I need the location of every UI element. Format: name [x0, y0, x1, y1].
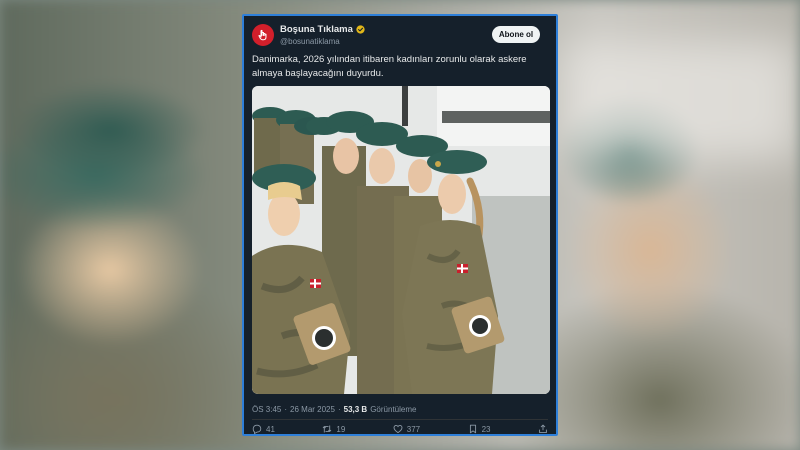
- share-button[interactable]: [538, 424, 548, 434]
- bookmark-icon: [469, 424, 476, 434]
- share-icon: [539, 424, 547, 434]
- display-name[interactable]: Boşuna Tıklama: [280, 24, 353, 35]
- user-handle[interactable]: @bosunatiklama: [280, 37, 340, 46]
- meta-separator: ·: [337, 405, 341, 414]
- action-bar: 41 19 377 23: [252, 422, 548, 434]
- view-label: Görüntüleme: [370, 405, 417, 414]
- hand-cursor-icon: [258, 29, 267, 41]
- background-highlight: [560, 40, 800, 160]
- divider: [252, 419, 548, 420]
- like-icon: [393, 424, 403, 434]
- name-row: Boşuna Tıklama: [280, 24, 365, 35]
- repost-count: 19: [336, 424, 346, 434]
- bookmark-count: 23: [481, 424, 491, 434]
- tweet-text: Danimarka, 2026 yılından itibaren kadınl…: [252, 54, 527, 79]
- tweet-card: Boşuna Tıklama @bosunatiklama Abone ol D…: [242, 14, 558, 436]
- view-count: 53,3 B: [343, 405, 368, 414]
- bookmark-button[interactable]: 23: [468, 424, 491, 434]
- tweet-meta: ÖS 3:45 · 26 Mar 2025 · 53,3 B Görüntüle…: [252, 405, 416, 414]
- verified-badge-icon: [356, 25, 365, 34]
- reply-button[interactable]: 41: [252, 424, 275, 434]
- tweet-date[interactable]: 26 Mar 2025: [290, 405, 335, 414]
- like-count: 377: [406, 424, 421, 434]
- tweet-time[interactable]: ÖS 3:45: [252, 405, 281, 414]
- meta-separator: ·: [284, 405, 288, 414]
- follow-button[interactable]: Abone ol: [492, 26, 540, 43]
- tweet-photo[interactable]: [252, 86, 550, 394]
- tweet-header: Boşuna Tıklama @bosunatiklama Abone ol: [252, 22, 548, 52]
- reply-count: 41: [266, 424, 275, 434]
- avatar[interactable]: [252, 24, 274, 46]
- soldiers-image: [252, 86, 550, 394]
- repost-icon: [323, 425, 332, 433]
- like-button[interactable]: 377: [393, 424, 420, 434]
- reply-icon: [252, 424, 262, 434]
- repost-button[interactable]: 19: [322, 424, 345, 434]
